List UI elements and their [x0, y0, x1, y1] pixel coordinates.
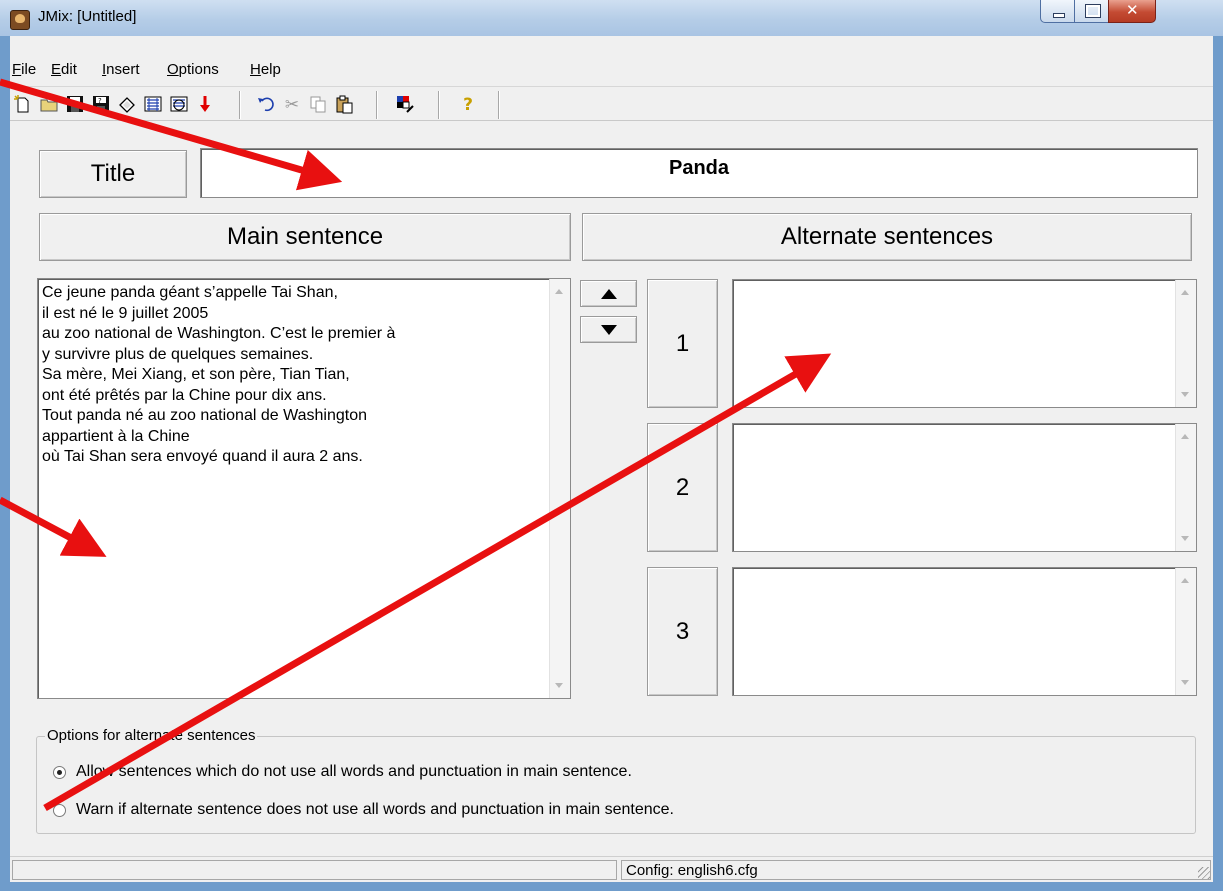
menu-bar: File Edit Insert Options Help: [10, 58, 1213, 80]
panda-app-icon[interactable]: [10, 10, 30, 30]
scroll-up-icon[interactable]: [1181, 290, 1189, 295]
save-as-icon[interactable]: ?: [90, 94, 112, 116]
triangle-down-icon: [600, 324, 617, 335]
move-down-button[interactable]: [580, 316, 637, 343]
status-config: Config: english6.cfg: [621, 860, 1211, 880]
scroll-up-icon[interactable]: [1181, 434, 1189, 439]
minimize-icon: [1053, 13, 1065, 18]
main-sentence-textarea[interactable]: Ce jeune panda géant s’appelle Tai Shan,…: [37, 278, 571, 699]
copy-icon[interactable]: [307, 94, 329, 116]
resize-grip[interactable]: [1198, 867, 1210, 879]
radio-allow-label: Allow sentences which do not use all wor…: [76, 763, 632, 780]
scroll-up-icon[interactable]: [555, 289, 563, 294]
undo-icon[interactable]: [255, 94, 277, 116]
title-input[interactable]: Panda: [200, 148, 1198, 198]
radio-warn-label: Warn if alternate sentence does not use …: [76, 801, 674, 818]
help-icon[interactable]: ?: [457, 94, 479, 116]
menu-insert[interactable]: Insert: [102, 61, 140, 78]
open-folder-icon[interactable]: [38, 94, 60, 116]
svg-text:?: ?: [98, 97, 102, 105]
menu-file[interactable]: File: [12, 61, 36, 78]
toolbar-separator: [376, 91, 378, 119]
scroll-down-icon[interactable]: [1181, 536, 1189, 541]
save-icon[interactable]: [64, 94, 86, 116]
maximize-button[interactable]: [1074, 0, 1110, 23]
palette-icon[interactable]: [394, 94, 416, 116]
alternate-2-scrollbar[interactable]: [1175, 424, 1196, 551]
radio-unselected-icon[interactable]: [53, 803, 66, 817]
window-title: JMix: [Untitled]: [38, 8, 137, 25]
maximize-icon: [1085, 4, 1101, 18]
scroll-down-icon[interactable]: [1181, 680, 1189, 685]
main-sentence-text: Ce jeune panda géant s’appelle Tai Shan,…: [42, 284, 396, 465]
status-bar: Config: english6.cfg: [10, 856, 1213, 882]
cut-icon[interactable]: ✂: [281, 94, 303, 116]
toolbar-separator: [239, 91, 241, 119]
alternate-2-button[interactable]: 2: [647, 423, 718, 552]
new-file-icon[interactable]: [12, 94, 34, 116]
toolbar: ? ✂ ?: [10, 86, 1213, 121]
app-window: JMix: [Untitled] ✕ File Edit Insert Opti…: [0, 0, 1223, 891]
paste-icon[interactable]: [333, 94, 355, 116]
radio-warn-sentences[interactable]: Warn if alternate sentence does not use …: [53, 801, 674, 819]
scroll-down-icon[interactable]: [1181, 392, 1189, 397]
radio-selected-icon[interactable]: [53, 765, 66, 779]
down-arrow-icon[interactable]: [194, 94, 216, 116]
options-groupbox: Options for alternate sentences Allow se…: [36, 727, 1196, 834]
close-button[interactable]: ✕: [1108, 0, 1156, 23]
alternate-sentences-button[interactable]: Alternate sentences: [582, 213, 1192, 261]
toolbar-separator: [438, 91, 440, 119]
title-input-value: Panda: [668, 157, 730, 179]
scroll-down-icon[interactable]: [555, 683, 563, 688]
alternate-3-button[interactable]: 3: [647, 567, 718, 696]
main-sentence-button[interactable]: Main sentence: [39, 213, 571, 261]
title-bar[interactable]: JMix: [Untitled] ✕: [0, 0, 1223, 36]
move-up-button[interactable]: [580, 280, 637, 307]
radio-allow-sentences[interactable]: Allow sentences which do not use all wor…: [53, 763, 632, 781]
alternate-3-input[interactable]: [732, 567, 1197, 696]
alternate-1-input[interactable]: [732, 279, 1197, 408]
client-area: File Edit Insert Options Help ? ✂ ? Titl…: [10, 36, 1213, 882]
alternate-3-scrollbar[interactable]: [1175, 568, 1196, 695]
options-legend: Options for alternate sentences: [45, 727, 258, 744]
menu-edit[interactable]: Edit: [51, 61, 77, 78]
alternate-1-scrollbar[interactable]: [1175, 280, 1196, 407]
web-page-icon[interactable]: [142, 94, 164, 116]
toolbar-separator: [498, 91, 500, 119]
main-sentence-scrollbar[interactable]: [549, 279, 570, 698]
alternate-1-button[interactable]: 1: [647, 279, 718, 408]
scroll-up-icon[interactable]: [1181, 578, 1189, 583]
close-icon: ✕: [1126, 1, 1139, 19]
eraser-icon[interactable]: [116, 94, 138, 116]
status-pane-main: [12, 860, 617, 880]
triangle-up-icon: [600, 288, 617, 299]
menu-help[interactable]: Help: [250, 61, 281, 78]
web-page-alt-icon[interactable]: [168, 94, 190, 116]
menu-options[interactable]: Options: [167, 61, 219, 78]
minimize-button[interactable]: [1040, 0, 1076, 23]
title-button[interactable]: Title: [39, 150, 187, 198]
alternate-2-input[interactable]: [732, 423, 1197, 552]
